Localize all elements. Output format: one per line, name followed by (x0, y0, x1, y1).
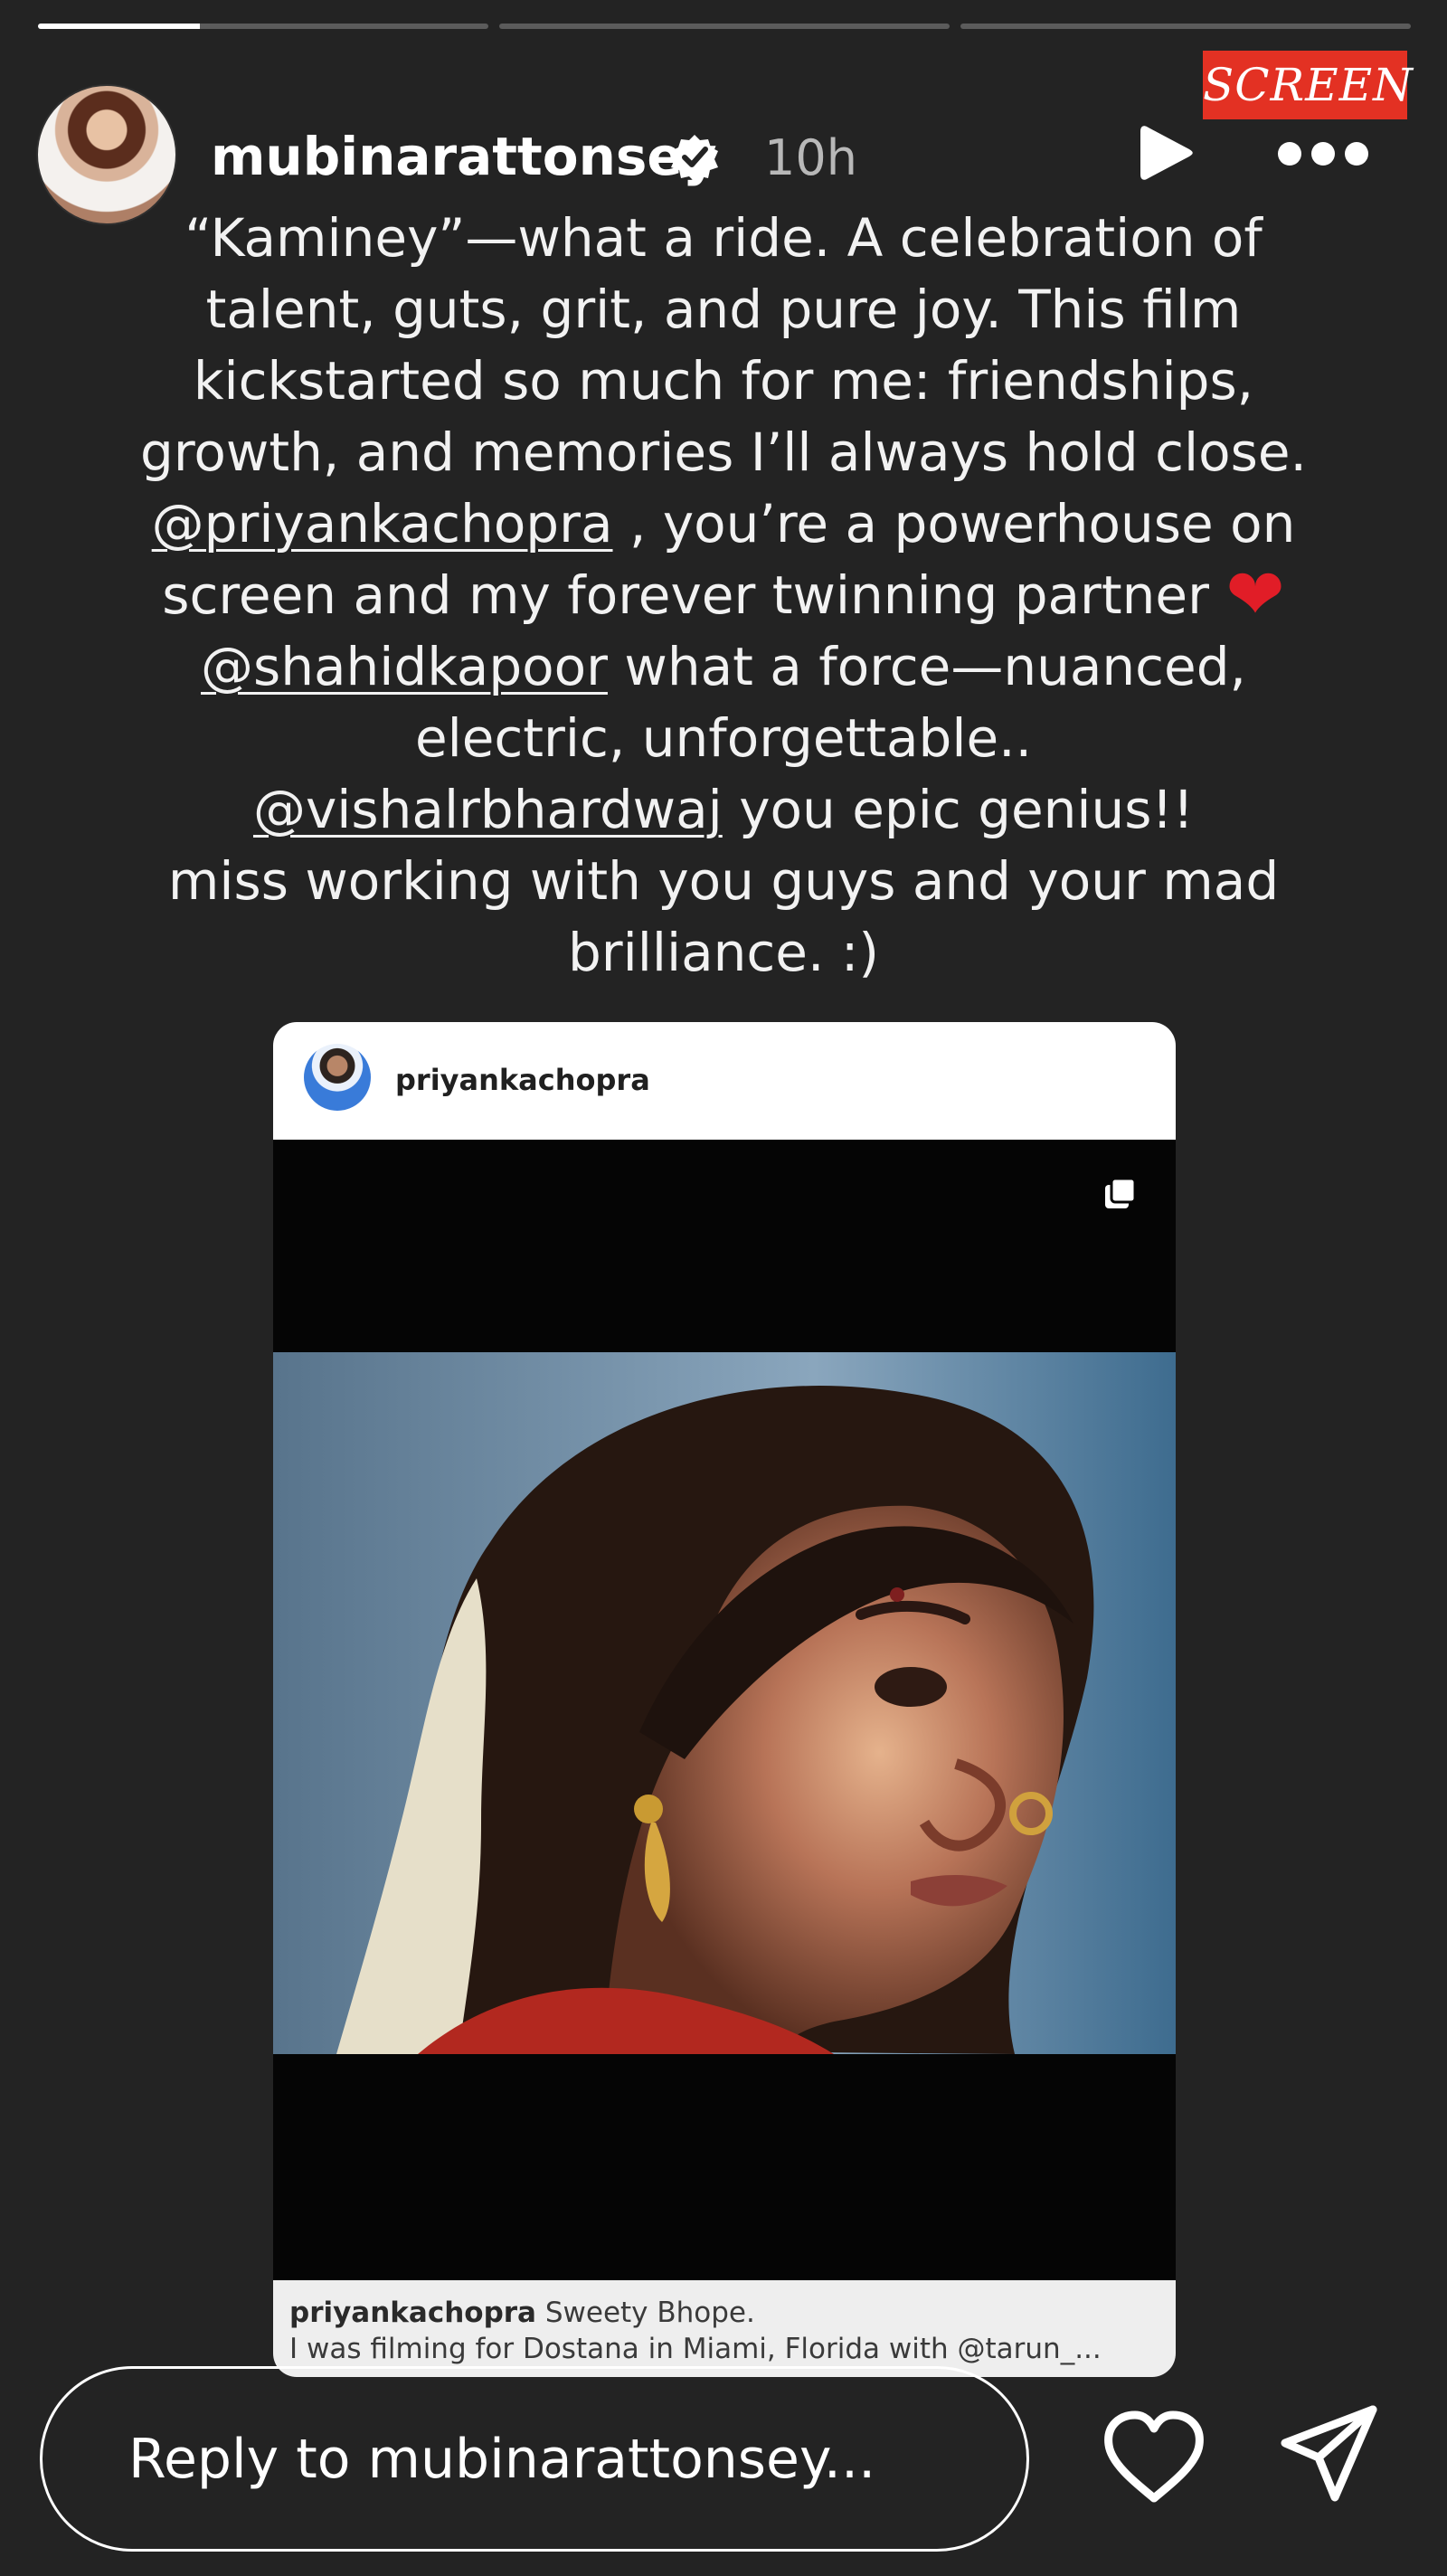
story-progress (38, 24, 1411, 29)
caption-line: @priyankachopra , you’re a powerhouse on (151, 493, 1296, 554)
more-options-icon[interactable] (1278, 138, 1368, 169)
story-progress-segment (38, 24, 488, 29)
caption-line: @shahidkapoor what a force—nuanced, (201, 636, 1246, 697)
mention-shahidkapoor[interactable]: @shahidkapoor (201, 636, 608, 697)
verified-badge-icon (671, 135, 718, 182)
more-dot (1278, 142, 1301, 166)
mention-vishalrbhardwaj[interactable]: @vishalrbhardwaj (253, 779, 723, 840)
portrait-illustration (273, 1352, 1176, 2054)
caption-line: brilliance. :) (567, 922, 880, 983)
shared-post-caption: priyankachopra Sweety Bhope. I was filmi… (273, 2280, 1176, 2377)
shared-post-username[interactable]: priyankachopra (395, 1062, 650, 1098)
caption-line: “Kaminey”—what a ride. A celebration of (184, 207, 1263, 269)
caption-line: @vishalrbhardwaj you epic genius!! (252, 779, 1195, 840)
story-progress-fill (38, 24, 201, 29)
post-bottom-letterbox (273, 2054, 1176, 2280)
caption-line: electric, unforgettable.. (414, 707, 1033, 769)
story-time: 10h (764, 129, 857, 186)
story-username[interactable]: mubinarattonsey (211, 125, 717, 188)
shared-post-avatar (304, 1044, 371, 1111)
caption-line: screen and my forever twinning partner ❤ (162, 554, 1285, 636)
shared-post-photo (273, 1352, 1176, 2054)
shared-post-caption-line: I was filming for Dostana in Miami, Flor… (289, 2333, 1102, 2365)
shared-post-card[interactable]: priyankachopra priyankachopra Sweety Bho… (273, 1022, 1176, 2377)
screen-watermark: SCREEN (1203, 51, 1413, 119)
caption-line: kickstarted so much for me: friendships, (193, 350, 1254, 412)
mention-priyankachopra[interactable]: @priyankachopra (152, 493, 613, 554)
story-progress-segment (960, 24, 1411, 29)
more-dot (1311, 142, 1335, 166)
send-icon[interactable] (1275, 2401, 1382, 2507)
caption-line: growth, and memories I’ll always hold cl… (140, 421, 1307, 483)
play-icon[interactable] (1134, 120, 1199, 185)
reply-input[interactable]: Reply to mubinarattonsey... (40, 2366, 1029, 2552)
caption-line: miss working with you guys and your mad (167, 850, 1280, 912)
caption-line: talent, guts, grit, and pure joy. This f… (205, 279, 1242, 340)
heart-icon[interactable] (1101, 2407, 1207, 2508)
carousel-icon (1105, 1177, 1137, 1208)
story-progress-segment (499, 24, 950, 29)
post-top-letterbox (273, 1140, 1176, 1352)
red-heart-emoji-icon: ❤ (1225, 554, 1285, 636)
shared-post-caption-line: priyankachopra Sweety Bhope. (289, 2297, 755, 2329)
shared-post-header: priyankachopra (273, 1022, 1176, 1140)
story-caption: “Kaminey”—what a ride. A celebration of … (109, 203, 1338, 989)
more-dot (1345, 142, 1368, 166)
